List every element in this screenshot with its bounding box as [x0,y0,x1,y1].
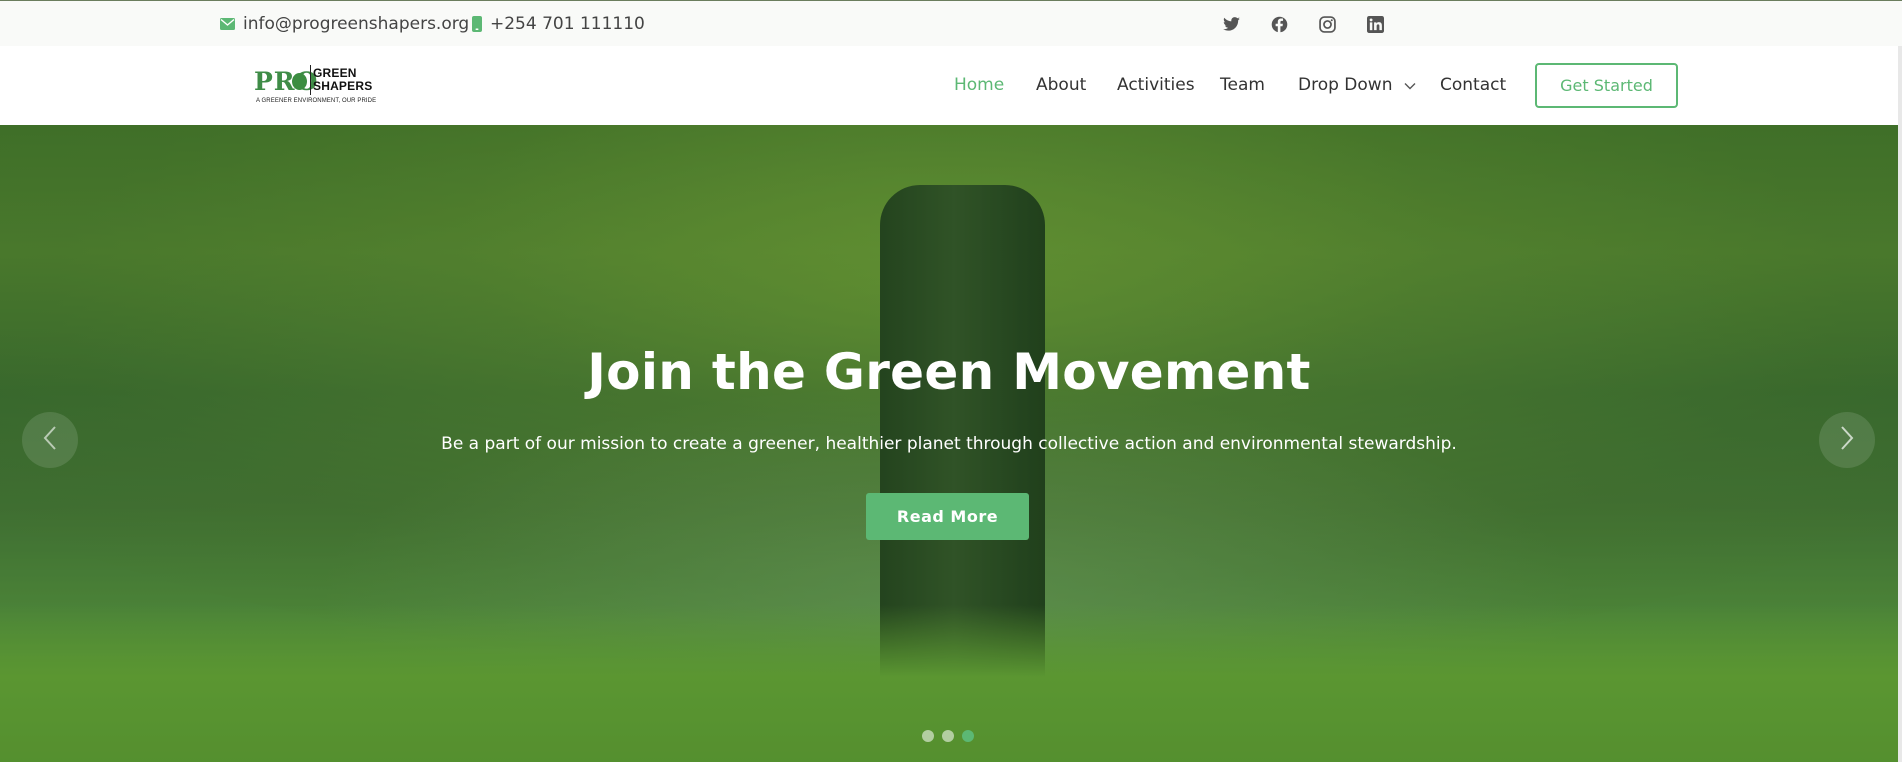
carousel-dot-1[interactable] [922,730,934,742]
carousel-prev-button[interactable] [22,412,78,468]
hero-carousel: Join the Green Movement Be a part of our… [0,125,1898,762]
logo-green-text: GREEN [313,66,357,80]
hero-subtitle: Be a part of our mission to create a gre… [441,434,1457,454]
carousel-dot-3[interactable] [962,730,974,742]
site-header: PRO GREEN SHAPERS A GREENER ENVIRONMENT,… [0,46,1902,125]
logo-shapers-text: SHAPERS [313,79,373,93]
nav-about[interactable]: About [1036,75,1086,95]
get-started-button[interactable]: Get Started [1535,63,1678,108]
nav-dropdown-label: Drop Down [1298,75,1393,95]
envelope-icon [220,18,235,30]
chevron-right-icon [1840,425,1854,455]
nav-home[interactable]: Home [954,75,1004,95]
scrollbar[interactable] [1898,46,1902,762]
facebook-icon[interactable] [1268,13,1290,35]
chevron-left-icon [43,425,57,455]
nav-team[interactable]: Team [1220,75,1265,95]
nav-contact[interactable]: Contact [1440,75,1506,95]
logo-tagline: A GREENER ENVIRONMENT, OUR PRIDE [256,98,377,104]
twitter-icon[interactable] [1220,13,1242,35]
linkedin-icon[interactable] [1364,13,1386,35]
contact-phone[interactable]: +254 701 111110 [472,14,645,34]
logo-divider [310,65,311,95]
read-more-button[interactable]: Read More [866,493,1029,540]
chevron-down-icon [1404,75,1416,95]
carousel-dot-2[interactable] [942,730,954,742]
social-links [1220,13,1386,35]
logo-leaf-icon [292,73,307,90]
top-bar: info@progreenshapers.org +254 701 111110 [0,0,1902,46]
email-text: info@progreenshapers.org [243,14,470,34]
hero-title: Join the Green Movement [587,343,1311,401]
logo-pro-text: PRO [254,67,319,96]
carousel-indicators [922,730,974,742]
instagram-icon[interactable] [1316,13,1338,35]
contact-email[interactable]: info@progreenshapers.org [220,14,469,34]
nav-dropdown[interactable]: Drop Down [1298,75,1416,95]
phone-icon [472,16,482,32]
nav-activities[interactable]: Activities [1117,75,1195,95]
site-logo[interactable]: PRO GREEN SHAPERS A GREENER ENVIRONMENT,… [250,62,376,108]
phone-text: +254 701 111110 [490,14,645,34]
carousel-next-button[interactable] [1819,412,1875,468]
